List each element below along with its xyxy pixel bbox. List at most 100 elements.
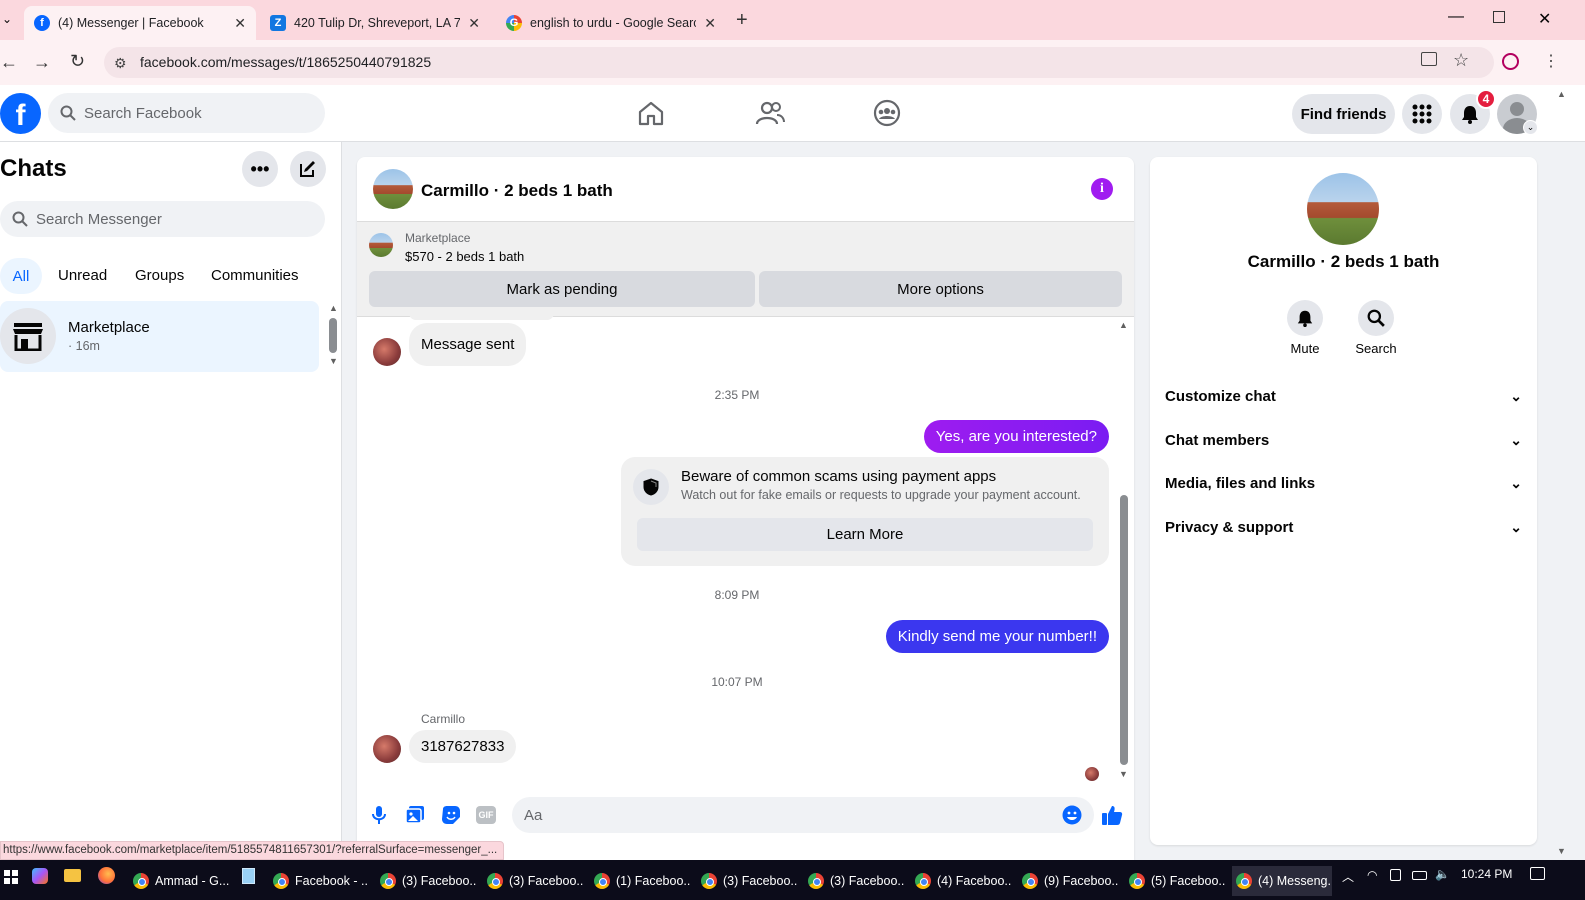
- conversation-avatar[interactable]: [373, 169, 413, 209]
- search-label: Search: [1355, 341, 1397, 356]
- chrome-icon: [915, 873, 931, 889]
- facebook-search-box[interactable]: Search Facebook: [48, 93, 325, 133]
- home-icon[interactable]: [637, 100, 665, 126]
- scroll-down-arrow-icon[interactable]: ▼: [329, 356, 338, 366]
- tab-messenger[interactable]: f (4) Messenger | Facebook ✕: [24, 6, 256, 40]
- close-tab-icon[interactable]: ✕: [234, 15, 246, 32]
- filter-groups[interactable]: Groups: [135, 267, 184, 284]
- page-scroll-down-icon[interactable]: ▼: [1557, 846, 1566, 856]
- message-bubble-in[interactable]: 3187627833: [409, 730, 517, 763]
- banner-listing[interactable]: $570 - 2 beds 1 bath: [405, 249, 524, 264]
- chrome-icon: [808, 873, 824, 889]
- firefox-icon[interactable]: [98, 867, 115, 884]
- message-bubble-in[interactable]: Message sent: [409, 323, 527, 366]
- taskbar-item-chrome-4[interactable]: (3) Faceboo...: [487, 866, 583, 896]
- messenger-search-box[interactable]: Search Messenger: [0, 201, 325, 237]
- friends-icon[interactable]: [755, 100, 785, 126]
- copilot-icon[interactable]: [32, 868, 48, 884]
- listing-thumbnail[interactable]: [369, 233, 393, 257]
- notification-center-icon[interactable]: [1530, 867, 1545, 880]
- new-tab-button[interactable]: +: [736, 9, 748, 32]
- forward-button[interactable]: →: [33, 52, 51, 73]
- chat-scrollbar[interactable]: [1120, 495, 1128, 765]
- start-button[interactable]: [4, 870, 18, 884]
- message-bubble-out[interactable]: Kindly send me your number!!: [885, 620, 1109, 653]
- details-avatar[interactable]: [1307, 173, 1379, 245]
- message-input[interactable]: Aa: [512, 797, 1094, 833]
- bookmark-star-icon[interactable]: ☆: [1453, 50, 1469, 71]
- mute-button[interactable]: [1287, 300, 1323, 336]
- contact-avatar[interactable]: [373, 338, 401, 366]
- back-button[interactable]: ←: [0, 52, 18, 73]
- groups-icon[interactable]: [873, 99, 901, 127]
- taskbar-item-chrome-10[interactable]: (5) Faceboo...: [1129, 866, 1225, 896]
- facebook-logo-icon[interactable]: f: [0, 93, 41, 134]
- network-icon[interactable]: [1390, 869, 1401, 881]
- account-chevron-icon[interactable]: ⌄: [1523, 120, 1538, 135]
- find-friends-button[interactable]: Find friends: [1292, 94, 1395, 134]
- taskbar-item-chrome-5[interactable]: (1) Faceboo...: [594, 866, 690, 896]
- clock[interactable]: 10:24 PM: [1461, 867, 1512, 881]
- close-window-button[interactable]: ✕: [1538, 9, 1551, 29]
- page-scroll-up-icon[interactable]: ▲: [1557, 89, 1566, 99]
- learn-more-button[interactable]: Learn More: [637, 518, 1093, 551]
- taskbar-item-chrome-11[interactable]: (4) Messeng...: [1232, 866, 1332, 896]
- search-in-conversation-button[interactable]: [1358, 300, 1394, 336]
- minimize-window-button[interactable]: —: [1448, 8, 1464, 26]
- photo-icon[interactable]: [405, 805, 425, 825]
- section-media-files-links[interactable]: Media, files and links ⌄: [1165, 465, 1522, 501]
- scroll-up-arrow-icon[interactable]: ▲: [1119, 320, 1128, 330]
- sticker-icon[interactable]: [441, 805, 461, 825]
- filter-unread[interactable]: Unread: [58, 267, 107, 284]
- conversation-title[interactable]: Carmillo · 2 beds 1 bath: [421, 181, 613, 201]
- taskbar-item-chrome-7[interactable]: (3) Faceboo...: [808, 866, 904, 896]
- close-tab-icon[interactable]: ✕: [468, 15, 480, 32]
- restore-window-button[interactable]: [1493, 11, 1505, 23]
- contact-avatar[interactable]: [373, 735, 401, 763]
- battery-icon[interactable]: [1412, 871, 1427, 880]
- google-favicon-icon: G: [506, 15, 522, 31]
- taskbar-item-chrome-2[interactable]: Facebook - ...: [273, 866, 369, 896]
- browser-menu-icon[interactable]: ⋮: [1543, 51, 1559, 71]
- section-chat-members[interactable]: Chat members ⌄: [1165, 422, 1522, 458]
- section-customize-chat[interactable]: Customize chat ⌄: [1165, 378, 1522, 414]
- site-info-icon[interactable]: ⚙: [114, 55, 127, 72]
- message-bubble-out[interactable]: Yes, are you interested?: [923, 420, 1109, 453]
- volume-icon[interactable]: 🔈: [1435, 867, 1450, 881]
- wifi-icon[interactable]: ◠: [1367, 868, 1377, 882]
- show-hidden-icons[interactable]: ︿: [1342, 868, 1354, 885]
- notepad-icon[interactable]: [242, 868, 255, 884]
- tab-search-menu[interactable]: ⌄: [2, 12, 12, 26]
- section-privacy-support[interactable]: Privacy & support ⌄: [1165, 509, 1522, 545]
- chat-options-button[interactable]: •••: [242, 151, 278, 187]
- file-explorer-icon[interactable]: [64, 869, 81, 882]
- taskbar-item-chrome-1[interactable]: Ammad - G...: [133, 866, 229, 896]
- taskbar-item-chrome-8[interactable]: (4) Faceboo...: [915, 866, 1011, 896]
- scroll-down-arrow-icon[interactable]: ▼: [1119, 769, 1128, 779]
- sidebar-scrollbar[interactable]: [329, 318, 337, 353]
- install-app-icon[interactable]: [1421, 52, 1437, 66]
- filter-communities[interactable]: Communities: [211, 267, 299, 284]
- gif-icon[interactable]: GIF: [476, 806, 496, 824]
- url-text[interactable]: facebook.com/messages/t/1865250440791825: [140, 54, 431, 70]
- scroll-up-arrow-icon[interactable]: ▲: [329, 303, 338, 313]
- taskbar-item-chrome-6[interactable]: (3) Faceboo...: [701, 866, 797, 896]
- taskbar-item-chrome-3[interactable]: (3) Faceboo...: [380, 866, 476, 896]
- chrome-icon: [1129, 873, 1145, 889]
- reload-button[interactable]: ↻: [70, 51, 85, 72]
- info-icon: i: [1100, 181, 1104, 196]
- taskbar-item-chrome-9[interactable]: (9) Faceboo...: [1022, 866, 1118, 896]
- close-tab-icon[interactable]: ✕: [704, 15, 716, 32]
- more-options-button[interactable]: More options: [759, 271, 1122, 307]
- mark-as-pending-button[interactable]: Mark as pending: [369, 271, 755, 307]
- tab-google[interactable]: G english to urdu - Google Search ✕: [496, 6, 726, 40]
- menu-grid-button[interactable]: [1402, 94, 1442, 134]
- filter-all[interactable]: All: [0, 258, 42, 294]
- emoji-icon[interactable]: [1062, 805, 1082, 825]
- microphone-icon[interactable]: [371, 805, 387, 825]
- tab-zillow[interactable]: Z 420 Tulip Dr, Shreveport, LA 71 ✕: [260, 6, 490, 40]
- profile-icon[interactable]: [1502, 53, 1519, 70]
- new-message-button[interactable]: [290, 151, 326, 187]
- conversation-info-button[interactable]: i: [1091, 178, 1113, 200]
- thumbs-up-icon[interactable]: [1101, 804, 1123, 826]
